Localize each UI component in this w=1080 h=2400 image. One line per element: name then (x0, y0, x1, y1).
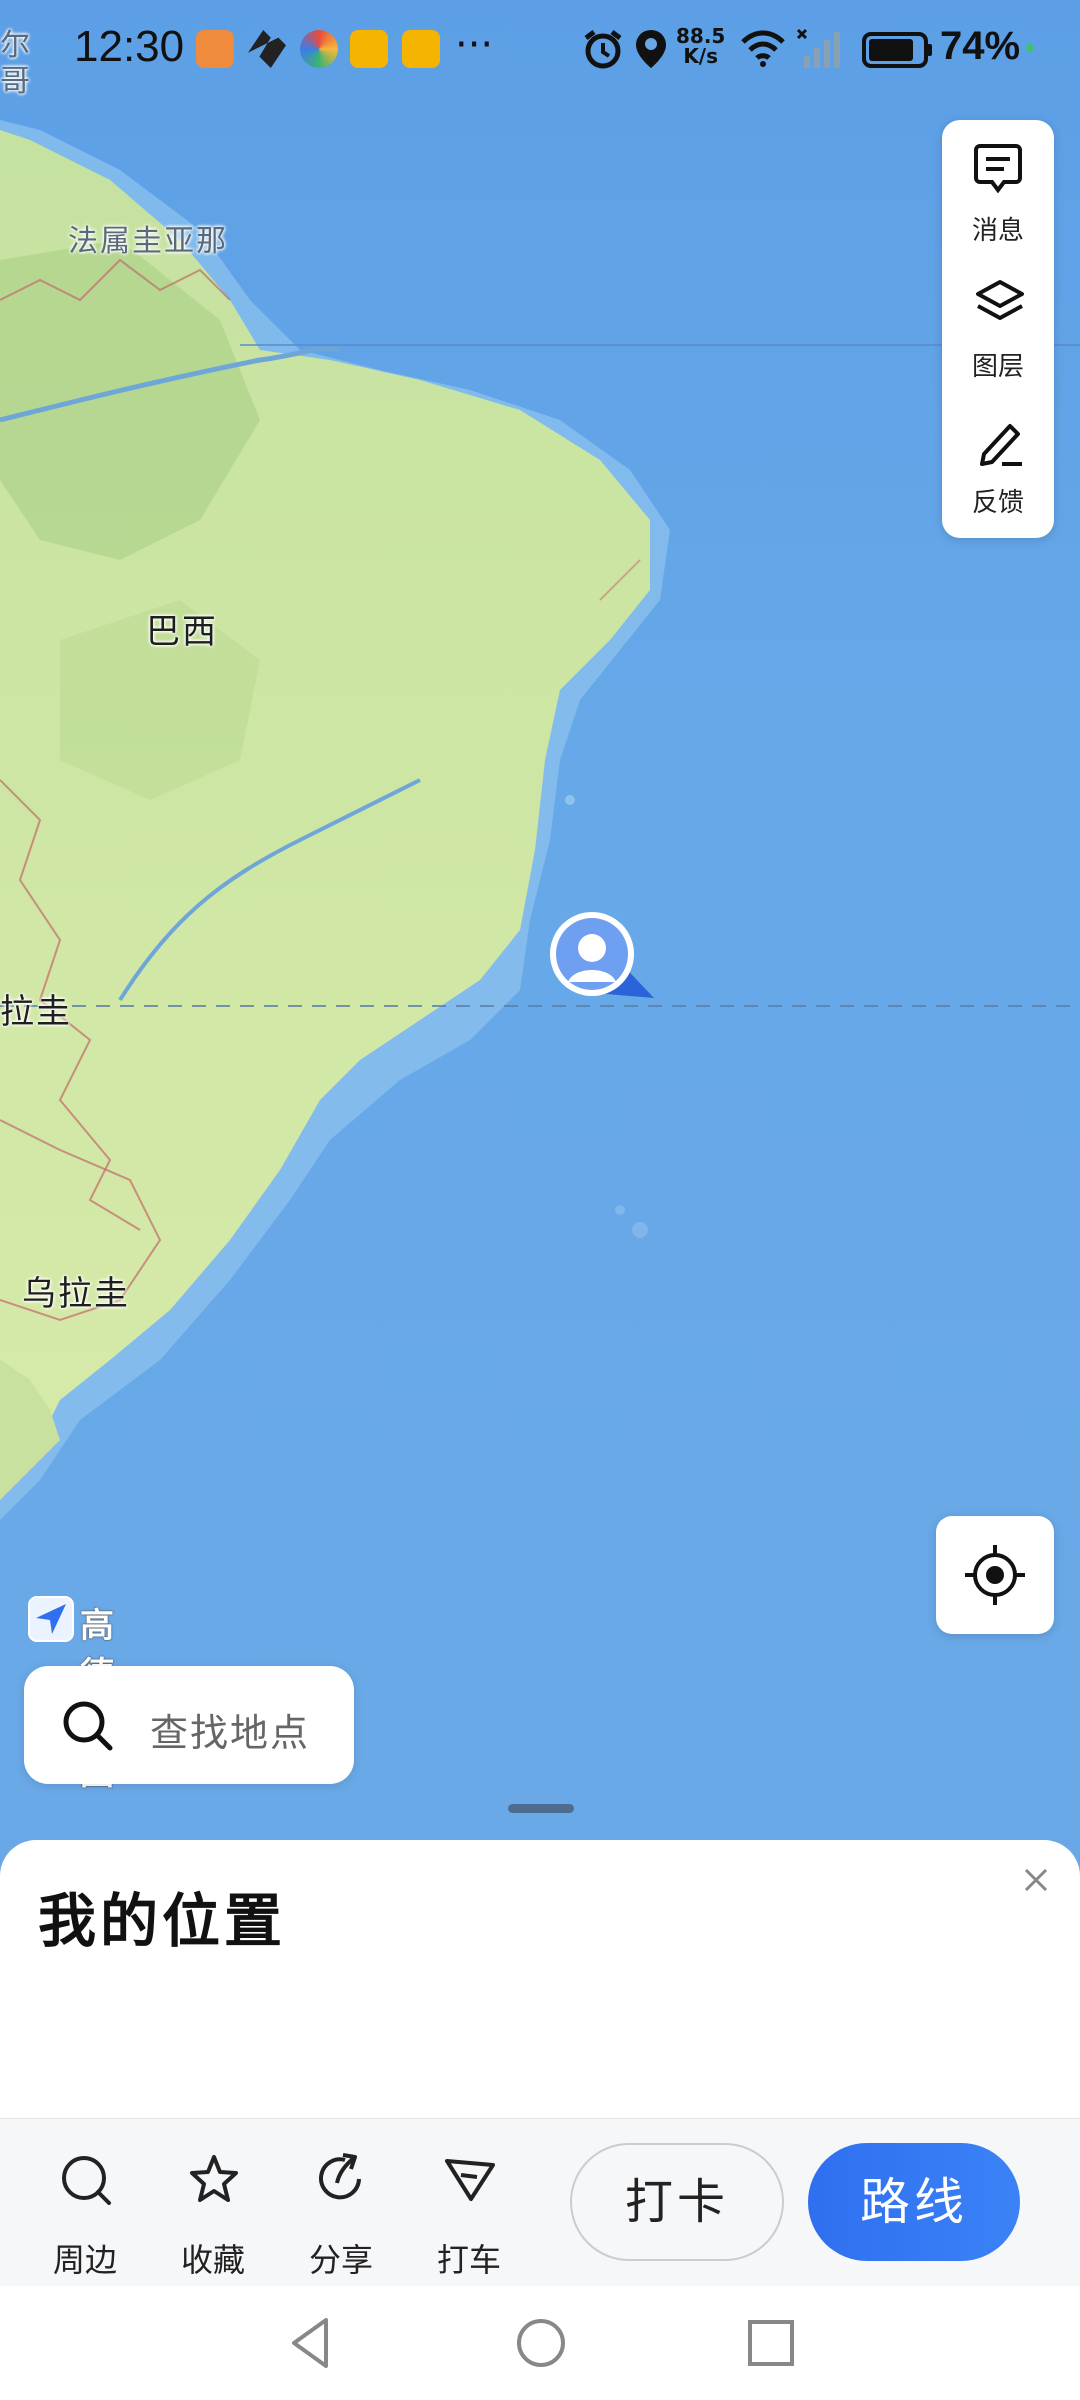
system-nav-bar (0, 2286, 1080, 2400)
more-notifications-icon: ··· (455, 22, 494, 68)
locate-me-button[interactable] (936, 1516, 1054, 1634)
app-notification-icon (300, 30, 338, 68)
network-speed-value: 88.5 (676, 24, 726, 48)
map-label-brazil[interactable]: 巴西 (146, 604, 218, 653)
nearby-button[interactable]: 周边 (30, 2141, 140, 2279)
close-icon[interactable] (1016, 1860, 1056, 1900)
app-notification-icon (248, 30, 286, 68)
route-button[interactable]: 路线 (808, 2143, 1020, 2261)
locate-crosshair-icon (965, 1545, 1025, 1605)
sheet-drag-handle[interactable] (508, 1804, 574, 1813)
feedback-button[interactable]: 反馈 (942, 400, 1054, 530)
amap-logo-icon (28, 1596, 74, 1642)
weibo-icon (402, 30, 440, 68)
network-speed-unit: K/s (683, 44, 719, 68)
search-icon (63, 1701, 113, 1751)
status-bar: 12:30 ··· 88.5 K/s 74% (0, 0, 1080, 100)
map-label-paraguay[interactable]: 拉圭 (0, 984, 72, 1033)
app-notification-icon (196, 30, 234, 68)
search-nearby-icon (62, 2156, 111, 2205)
user-location-marker[interactable] (546, 908, 660, 1004)
sheet-title: 我的位置 (38, 1887, 287, 1955)
taxi-label: 打车 (436, 2241, 501, 2279)
map-label-french-guiana[interactable]: 法属圭亚那 (68, 216, 228, 260)
alarm-icon (584, 30, 622, 69)
signal-icon (796, 28, 840, 68)
edit-pen-icon (980, 424, 1022, 466)
location-icon (636, 30, 666, 68)
layers-icon (976, 280, 1024, 320)
share-button[interactable]: 分享 (286, 2141, 396, 2279)
favorite-label: 收藏 (180, 2241, 245, 2279)
messages-button[interactable]: 消息 (942, 128, 1054, 258)
feedback-label: 反馈 (971, 488, 1024, 518)
search-placeholder: 查找地点 (150, 1711, 311, 1755)
weibo-icon (350, 30, 388, 68)
taxi-button[interactable]: 打车 (414, 2141, 524, 2279)
layers-button[interactable]: 图层 (942, 264, 1054, 394)
layers-label: 图层 (971, 352, 1024, 382)
location-sheet: 我的位置 (0, 1840, 1080, 2120)
messages-label: 消息 (971, 216, 1024, 246)
battery-percent: 74% (940, 24, 1021, 68)
privacy-indicator-dot (1026, 44, 1034, 52)
home-icon[interactable] (514, 2316, 568, 2370)
taxi-icon (445, 2159, 495, 2201)
map-landmass (0, 120, 1080, 1520)
battery-icon (862, 32, 932, 68)
checkin-button[interactable]: 打卡 (570, 2143, 784, 2261)
map-tools-panel: 消息 图层 反馈 (942, 120, 1054, 538)
star-icon (190, 2155, 238, 2202)
action-bar: 周边 收藏 分享 打车 打卡 路线 (0, 2118, 1080, 2287)
network-speed: 88.5 K/s (676, 26, 725, 66)
recents-icon[interactable] (746, 2316, 796, 2370)
nearby-label: 周边 (52, 2241, 117, 2279)
amap-logo: 高德地图 (28, 1596, 114, 1793)
message-icon (974, 144, 1022, 194)
map-view[interactable]: 尔 哥 法属圭亚那 巴西 拉圭 乌拉圭 (0, 0, 1080, 1840)
search-box[interactable]: 查找地点 (24, 1666, 354, 1784)
favorite-button[interactable]: 收藏 (158, 2141, 268, 2279)
wifi-icon (741, 30, 785, 67)
back-icon[interactable] (286, 2316, 336, 2370)
share-icon (319, 2153, 361, 2200)
share-label: 分享 (308, 2241, 373, 2279)
map-label-uruguay[interactable]: 乌拉圭 (22, 1266, 130, 1315)
status-time: 12:30 (74, 22, 185, 71)
